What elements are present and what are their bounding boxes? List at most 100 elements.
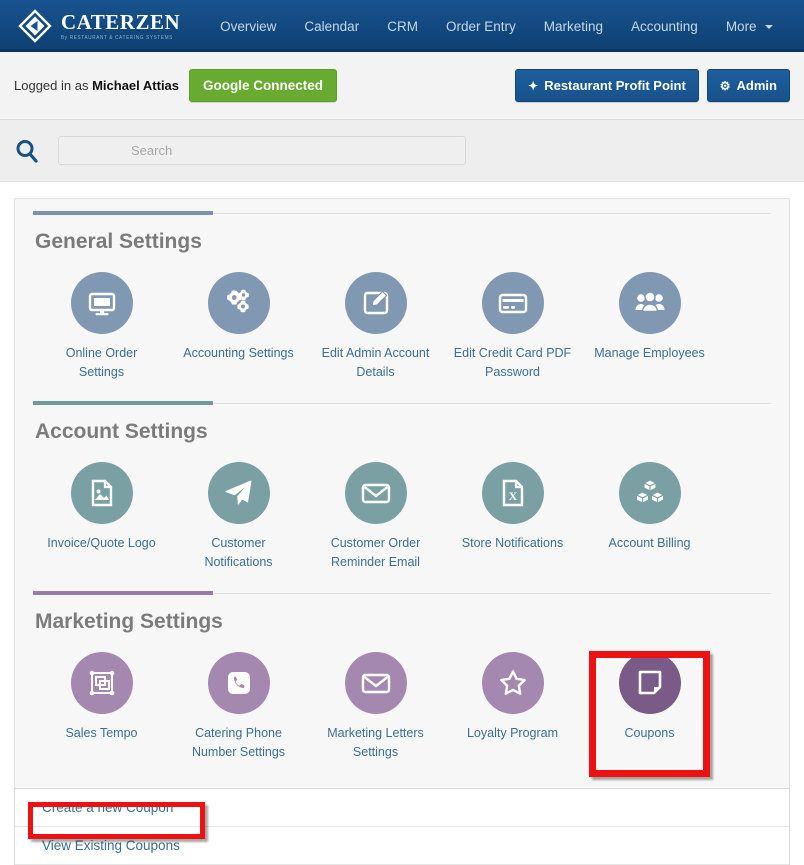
accent-bar [33, 590, 213, 595]
tile-loyalty-program[interactable]: Loyalty Program [444, 650, 581, 743]
tile-invoice-quote-logo[interactable]: Invoice/Quote Logo [33, 460, 170, 553]
tile-sales-tempo[interactable]: Sales Tempo [33, 650, 170, 743]
nav-item-accounting[interactable]: Accounting [617, 13, 712, 40]
star-icon [481, 651, 544, 714]
tile-label: Catering Phone Number Settings [191, 725, 286, 759]
section-title-general: General Settings [35, 230, 202, 253]
section-accent [33, 590, 771, 596]
tile-catering-phone-number-settings[interactable]: Catering Phone Number Settings [170, 650, 307, 763]
section-accent [33, 400, 771, 406]
tile-label: Edit Credit Card PDF Password [453, 346, 572, 380]
button-label: Admin [736, 78, 777, 93]
search-icon[interactable] [14, 138, 42, 164]
nav-label: Marketing [543, 18, 604, 34]
section-title-account: Account Settings [35, 419, 208, 443]
logged-in-username: Michael Attias [92, 78, 180, 93]
tile-customer-notifications[interactable]: Customer Notifications [170, 460, 307, 573]
tile-accounting-settings[interactable]: Accounting Settings [170, 270, 307, 363]
coupon-note-icon [618, 651, 681, 714]
coupon-dropdown-menu: Create a new Coupon View Existing Coupon… [14, 788, 790, 865]
nav-item-marketing[interactable]: Marketing [530, 13, 617, 40]
tile-store-notifications[interactable]: X Store Notifications [444, 460, 581, 553]
envelope-icon [344, 651, 407, 714]
tile-edit-credit-card-pdf-password[interactable]: Edit Credit Card PDF Password [444, 270, 581, 383]
tile-label: Coupons [624, 725, 675, 740]
brand-name: CATERZEN [61, 9, 181, 34]
logged-in-prefix: Logged in as [14, 78, 89, 93]
menu-item-create-a-new-coupon[interactable]: Create a new Coupon [15, 789, 789, 827]
admin-button[interactable]: ⚙ Admin [706, 69, 790, 102]
tile-label: Manage Employees [594, 346, 705, 360]
tile-label: Sales Tempo [65, 725, 138, 740]
tile-row-account: Invoice/Quote Logo Customer Notification… [33, 460, 771, 573]
logged-in-text: Logged in as Michael Attias [14, 78, 179, 93]
tile-coupons[interactable]: Coupons [581, 650, 718, 743]
tile-row-general: Online Order Settings Accounting Setting… [33, 270, 771, 383]
tile-online-order-settings[interactable]: Online Order Settings [33, 270, 170, 383]
excel-file-icon: X [481, 461, 544, 524]
brand-logo-group[interactable]: CATERZEN By RESTAURANT & CATERING SYSTEM… [18, 9, 180, 43]
tile-label: Loyalty Program [466, 725, 558, 740]
google-connected-button[interactable]: Google Connected [189, 69, 338, 102]
search-bar-row [0, 120, 804, 182]
tile-customer-order-reminder-email[interactable]: Customer Order Reminder Email [307, 460, 444, 573]
nav-label: CRM [387, 18, 418, 34]
paper-plane-icon [207, 461, 270, 524]
nav-label: More [725, 18, 757, 34]
nav-item-overview[interactable]: Overview [206, 13, 290, 40]
nav-item-more[interactable]: More [712, 13, 788, 40]
edit-square-icon [344, 272, 407, 334]
gear-icon: ⚙ [719, 78, 731, 93]
nav-label: Overview [220, 18, 277, 34]
tile-label: Online Order Settings [65, 346, 138, 380]
tile-label: Store Notifications [461, 535, 564, 550]
tile-label: Marketing Letters Settings [327, 725, 424, 759]
tile-label: Customer Notifications [204, 535, 273, 570]
nav-label: Order Entry [445, 18, 516, 34]
tile-account-billing[interactable]: Account Billing [581, 460, 718, 553]
nav-label: Calendar [304, 18, 360, 34]
move-arrows-icon: ✦ [528, 78, 539, 93]
section-accent [33, 211, 771, 216]
tile-label: Customer Order Reminder Email [330, 535, 421, 570]
section-marketing-settings: Marketing Settings Sales Tempo Catering … [33, 590, 771, 769]
tile-label: Accounting Settings [183, 346, 294, 360]
tile-label: Invoice/Quote Logo [47, 535, 156, 550]
accent-bar [33, 211, 213, 215]
image-file-icon [70, 461, 133, 524]
tile-label: Edit Admin Account Details [321, 346, 430, 380]
envelope-icon [344, 461, 407, 524]
gears-icon [207, 272, 270, 334]
crop-frame-icon [70, 651, 133, 714]
chevron-down-icon [765, 24, 774, 29]
brand-tagline: By RESTAURANT & CATERING SYSTEMS [61, 34, 173, 40]
section-account-settings: Account Settings Invoice/Quote Logo Cust… [33, 400, 771, 579]
users-icon [618, 272, 681, 334]
user-status-bar: Logged in as Michael Attias Google Conne… [0, 52, 804, 120]
caterzen-diamond-logo-icon [18, 9, 52, 43]
accent-bar [33, 400, 213, 405]
top-navigation-bar: CATERZEN By RESTAURANT & CATERING SYSTEM… [0, 0, 804, 52]
button-label: Restaurant Profit Point [544, 78, 686, 93]
nav-item-calendar[interactable]: Calendar [290, 13, 373, 40]
monitor-icon [70, 272, 133, 334]
menu-item-view-existing-coupons[interactable]: View Existing Coupons [15, 827, 789, 865]
tile-edit-admin-account-details[interactable]: Edit Admin Account Details [307, 270, 444, 383]
settings-panel: General Settings Online Order Settings A… [14, 198, 790, 788]
search-input[interactable] [58, 136, 466, 165]
nav-item-crm[interactable]: CRM [373, 13, 432, 40]
phone-icon [207, 651, 270, 714]
tile-label: Account Billing [608, 535, 691, 550]
restaurant-profit-point-button[interactable]: ✦ Restaurant Profit Point [515, 69, 699, 102]
svg-text:X: X [508, 489, 517, 503]
boxes-icon [618, 461, 681, 524]
tile-manage-employees[interactable]: Manage Employees [581, 270, 718, 363]
section-title-marketing: Marketing Settings [35, 609, 223, 633]
section-general-settings: General Settings Online Order Settings A… [33, 211, 771, 389]
tile-marketing-letters-settings[interactable]: Marketing Letters Settings [307, 650, 444, 763]
header-action-buttons: ✦ Restaurant Profit Point ⚙ Admin [515, 69, 790, 102]
nav-item-order-entry[interactable]: Order Entry [432, 13, 530, 40]
nav-label: Accounting [631, 18, 698, 34]
tile-row-marketing: Sales Tempo Catering Phone Number Settin… [33, 650, 771, 763]
credit-card-icon [481, 272, 544, 334]
